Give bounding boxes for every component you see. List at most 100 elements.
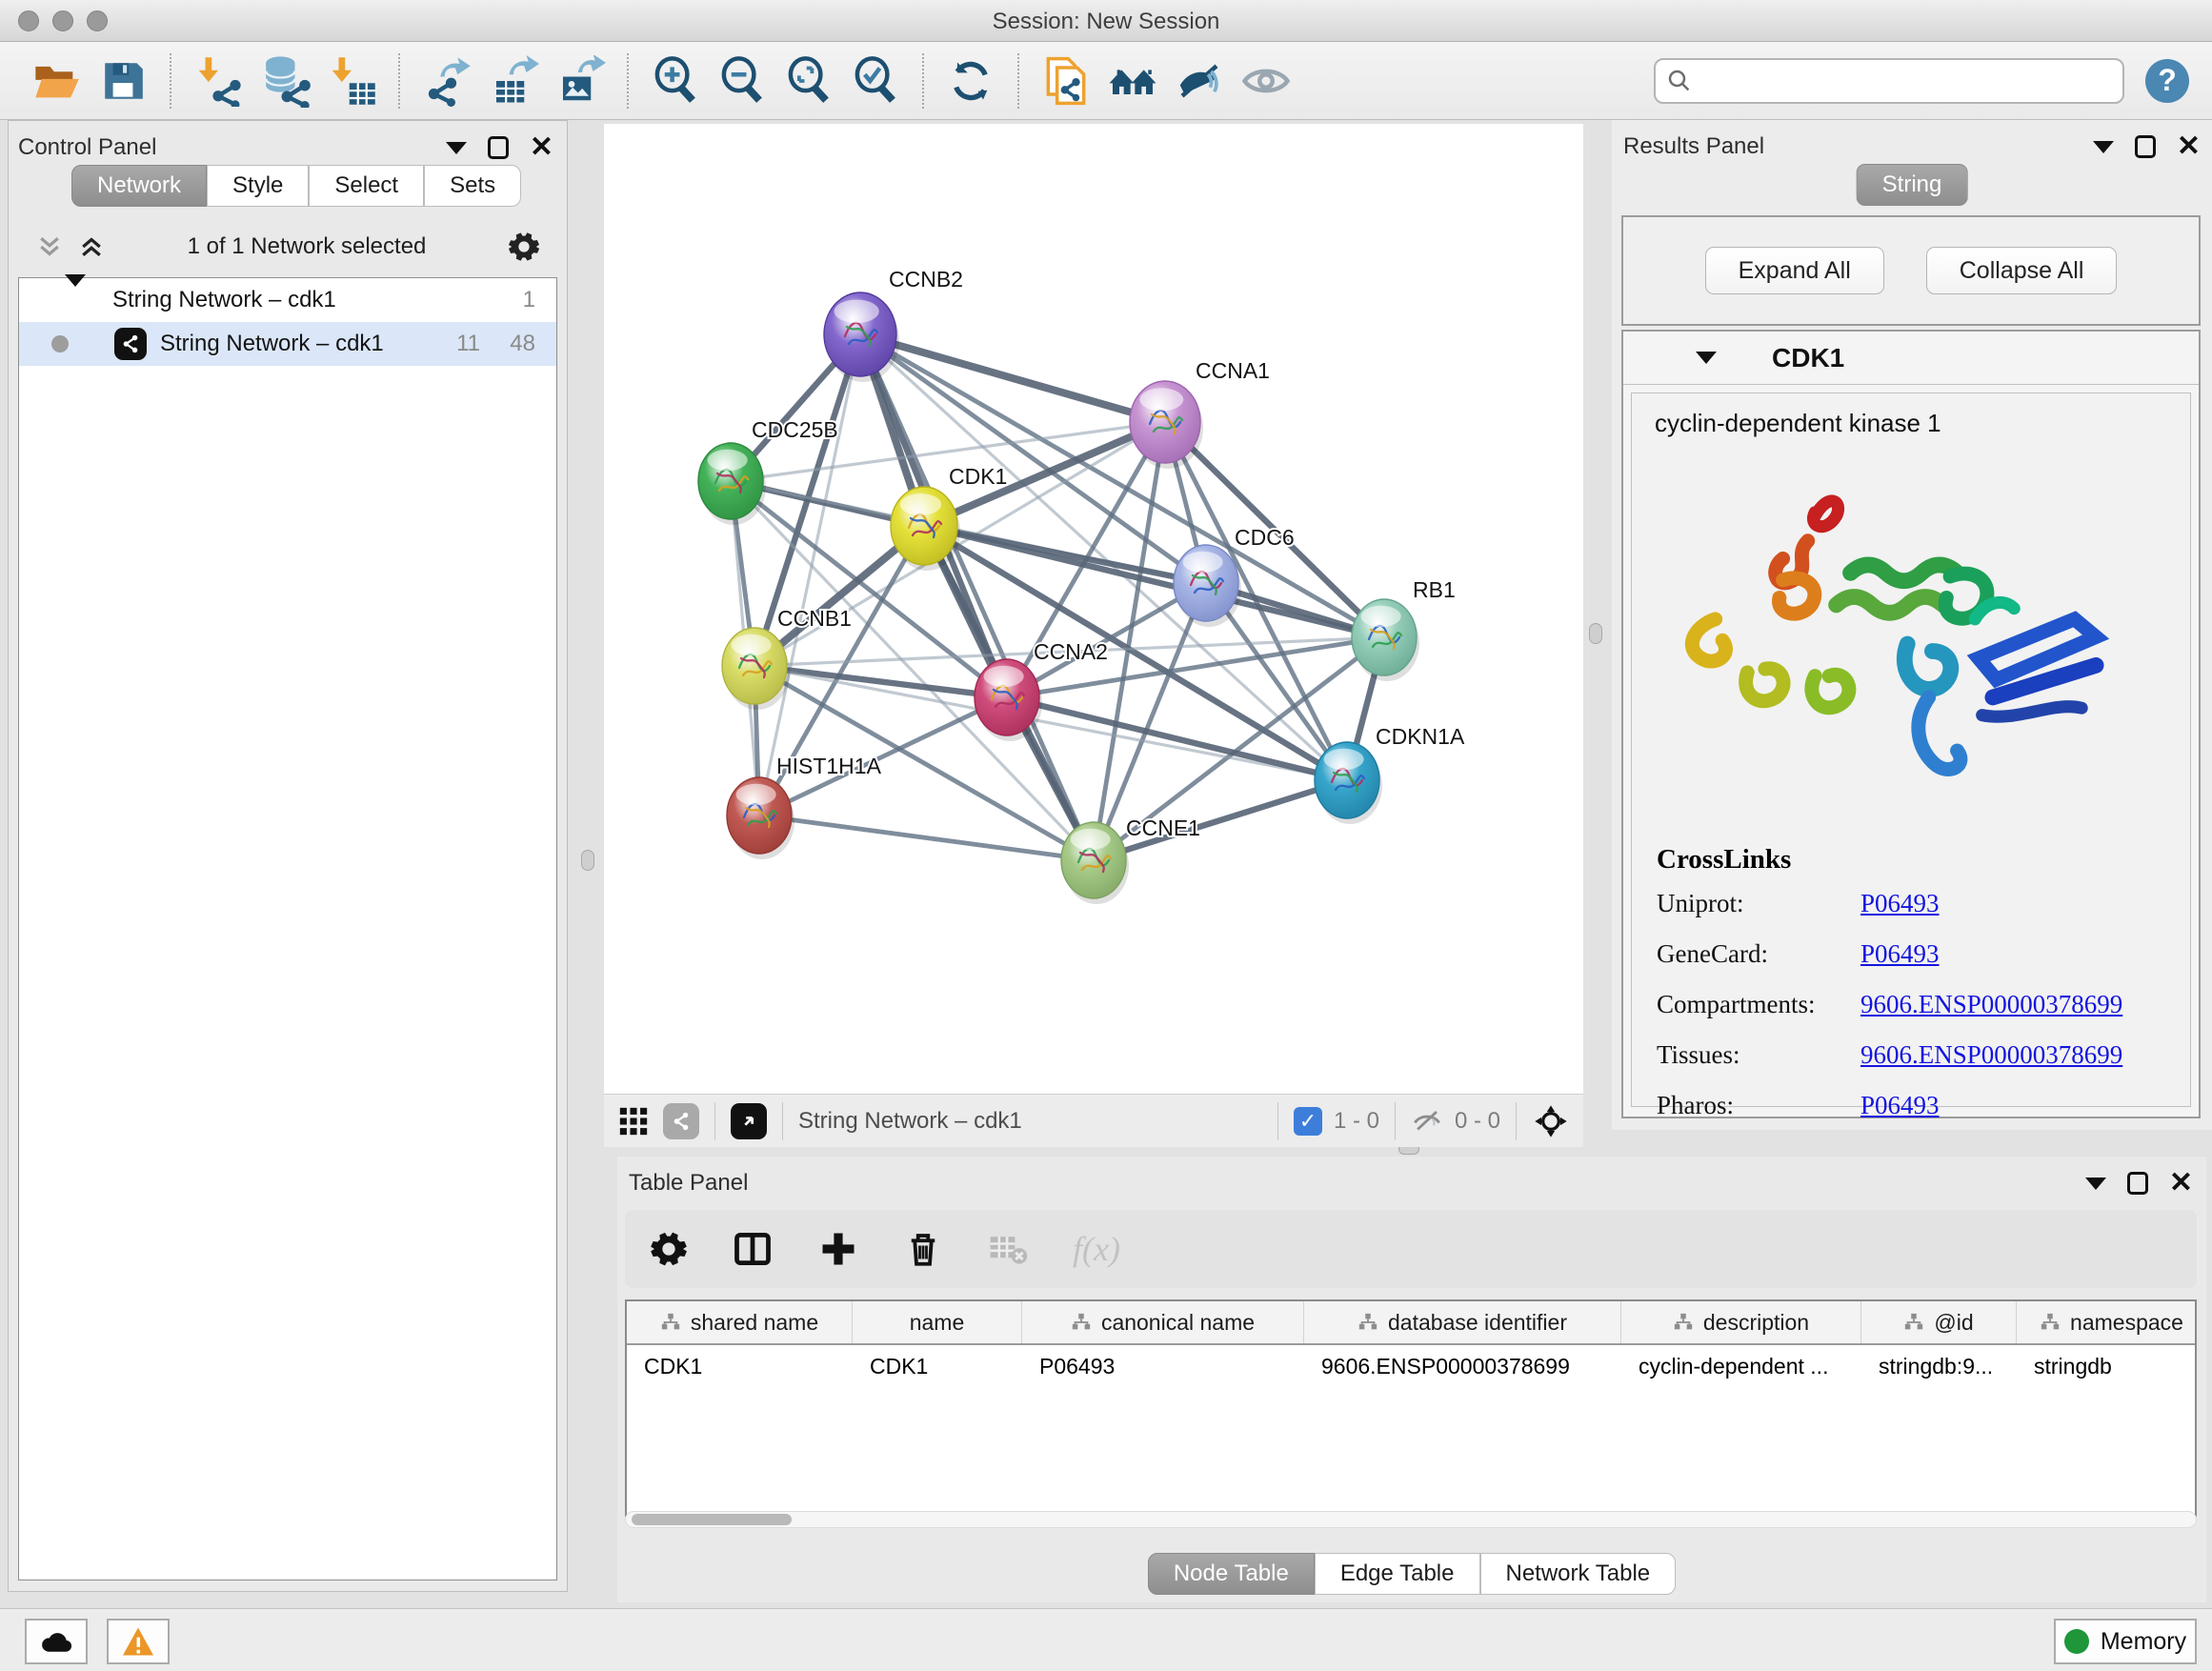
panel-close-icon[interactable]: ✕ (2169, 1172, 2193, 1195)
table-cell[interactable]: stringdb (2017, 1354, 2197, 1379)
delete-column-icon[interactable] (903, 1229, 943, 1269)
results-panel-actions: Expand All Collapse All (1621, 215, 2201, 326)
scrollbar-thumb[interactable] (632, 1514, 792, 1525)
entry-description: cyclin-dependent kinase 1 (1632, 393, 2190, 438)
crosslink-link[interactable]: P06493 (1860, 889, 1940, 917)
crosslink-link[interactable]: 9606.ENSP00000378699 (1860, 1040, 2122, 1069)
node-table[interactable]: shared namenamecanonical namedatabase id… (625, 1299, 2197, 1517)
tree-expand-icon[interactable] (65, 287, 86, 313)
memory-button[interactable]: Memory (2054, 1619, 2197, 1664)
network-node-hist1h1a[interactable]: HIST1H1A (727, 754, 882, 859)
tab-node-table[interactable]: Node Table (1148, 1553, 1315, 1595)
column-header[interactable]: shared name (627, 1301, 853, 1343)
eye-icon[interactable] (1238, 53, 1294, 109)
collapse-all-button[interactable]: Collapse All (1926, 247, 2118, 294)
tab-edge-table[interactable]: Edge Table (1315, 1553, 1480, 1595)
save-session-icon[interactable] (95, 53, 151, 109)
table-cell[interactable]: P06493 (1022, 1354, 1304, 1379)
network-node-ccne1[interactable]: CCNE1 (1061, 815, 1200, 904)
zoom-fit-icon[interactable] (781, 53, 836, 109)
crosslink-label: GeneCard: (1657, 939, 1860, 969)
zoom-selected-icon[interactable] (848, 53, 903, 109)
import-table-icon[interactable] (324, 53, 379, 109)
column-header-label: namespace (2070, 1310, 2183, 1336)
help-icon[interactable]: ? (2145, 59, 2189, 103)
column-header[interactable]: @id (1861, 1301, 2017, 1343)
attribute-type-icon (1357, 1312, 1378, 1333)
splitter-handle[interactable] (1589, 623, 1602, 644)
warnings-button[interactable] (107, 1619, 170, 1664)
fit-selected-icon[interactable] (1532, 1102, 1570, 1140)
birds-eye-view-icon[interactable] (731, 1103, 767, 1139)
export-network-icon[interactable] (419, 53, 474, 109)
crosslink-link[interactable]: P06493 (1860, 939, 1940, 968)
zoom-in-icon[interactable] (648, 53, 703, 109)
panel-float-icon[interactable] (2127, 1172, 2148, 1195)
cloud-icon (38, 1628, 74, 1655)
collapse-all-icon[interactable] (35, 232, 64, 261)
expand-all-icon[interactable] (77, 232, 106, 261)
crosslink-link[interactable]: P06493 (1860, 1091, 1940, 1119)
zoom-out-icon[interactable] (714, 53, 770, 109)
export-table-icon[interactable] (486, 53, 541, 109)
table-cell[interactable]: 9606.ENSP00000378699 (1304, 1354, 1621, 1379)
selected-checkbox-icon[interactable]: ✓ (1294, 1107, 1322, 1136)
tab-select[interactable]: Select (309, 165, 424, 207)
table-cell[interactable]: cyclin-dependent ... (1621, 1354, 1861, 1379)
network-node-rb1[interactable]: RB1 (1352, 577, 1456, 681)
expand-all-button[interactable]: Expand All (1705, 247, 1884, 294)
network-canvas[interactable]: CCNB2CCNA1CDC25BCDK1CDC6RB1CCNB1CCNA2CDK… (604, 124, 1583, 1094)
table-cell[interactable]: stringdb:9... (1861, 1354, 2017, 1379)
crosslink-link[interactable]: 9606.ENSP00000378699 (1860, 990, 2122, 1018)
panel-close-icon[interactable]: ✕ (2177, 135, 2201, 158)
panel-close-icon[interactable]: ✕ (530, 136, 553, 159)
glass-ball-icon[interactable] (1172, 53, 1227, 109)
grid-view-icon[interactable] (617, 1105, 650, 1137)
tab-sets[interactable]: Sets (424, 165, 521, 207)
add-column-icon[interactable] (817, 1228, 859, 1270)
network-share-view-icon[interactable] (663, 1103, 699, 1139)
search-input[interactable] (1694, 62, 2113, 100)
search-field[interactable] (1654, 58, 2124, 104)
panel-float-icon[interactable] (2135, 135, 2156, 158)
table-row[interactable]: CDK1CDK1P064939606.ENSP00000378699cyclin… (627, 1345, 2195, 1387)
column-header[interactable]: namespace (2017, 1301, 2197, 1343)
table-hscrollbar[interactable] (625, 1511, 2197, 1528)
tab-network[interactable]: Network (71, 165, 207, 207)
network-collection-row[interactable]: String Network – cdk1 1 (19, 278, 556, 322)
node-label: CCNA1 (1196, 358, 1270, 383)
attribute-type-icon (660, 1312, 681, 1333)
apply-layout-icon[interactable] (943, 53, 998, 109)
panel-float-icon[interactable] (488, 136, 509, 159)
table-cell[interactable]: CDK1 (627, 1354, 853, 1379)
open-session-icon[interactable] (29, 53, 84, 109)
panel-menu-icon[interactable] (2093, 141, 2114, 153)
export-image-icon[interactable] (553, 53, 608, 109)
show-column-icon[interactable] (732, 1228, 774, 1270)
panel-menu-icon[interactable] (446, 142, 467, 154)
string-home-icon[interactable] (1105, 53, 1160, 109)
cloud-status-button[interactable] (25, 1619, 88, 1664)
panel-menu-icon[interactable] (2085, 1178, 2106, 1190)
gear-icon[interactable] (508, 231, 540, 263)
table-settings-gear-icon[interactable] (650, 1230, 688, 1268)
hidden-eye-icon[interactable] (1411, 1105, 1443, 1137)
column-header[interactable]: database identifier (1304, 1301, 1621, 1343)
results-entry-header[interactable]: CDK1 (1623, 332, 2199, 385)
network-share-icon (114, 328, 147, 360)
import-network-file-icon[interactable] (191, 53, 246, 109)
column-header[interactable]: name (853, 1301, 1022, 1343)
table-cell[interactable]: CDK1 (853, 1354, 1022, 1379)
column-header[interactable]: canonical name (1022, 1301, 1304, 1343)
tab-string[interactable]: String (1857, 164, 1968, 206)
import-network-database-icon[interactable] (257, 53, 312, 109)
tab-network-table[interactable]: Network Table (1480, 1553, 1677, 1595)
network-row[interactable]: String Network – cdk1 11 48 (19, 322, 556, 366)
entry-collapse-icon[interactable] (1696, 352, 1717, 364)
network-tree: String Network – cdk1 1 String Network –… (18, 277, 557, 1580)
string-copy-icon[interactable] (1038, 53, 1094, 109)
column-header[interactable]: description (1621, 1301, 1861, 1343)
splitter-handle[interactable] (581, 850, 594, 871)
tab-style[interactable]: Style (207, 165, 309, 207)
network-node-cdkn1a[interactable]: CDKN1A (1315, 724, 1465, 824)
